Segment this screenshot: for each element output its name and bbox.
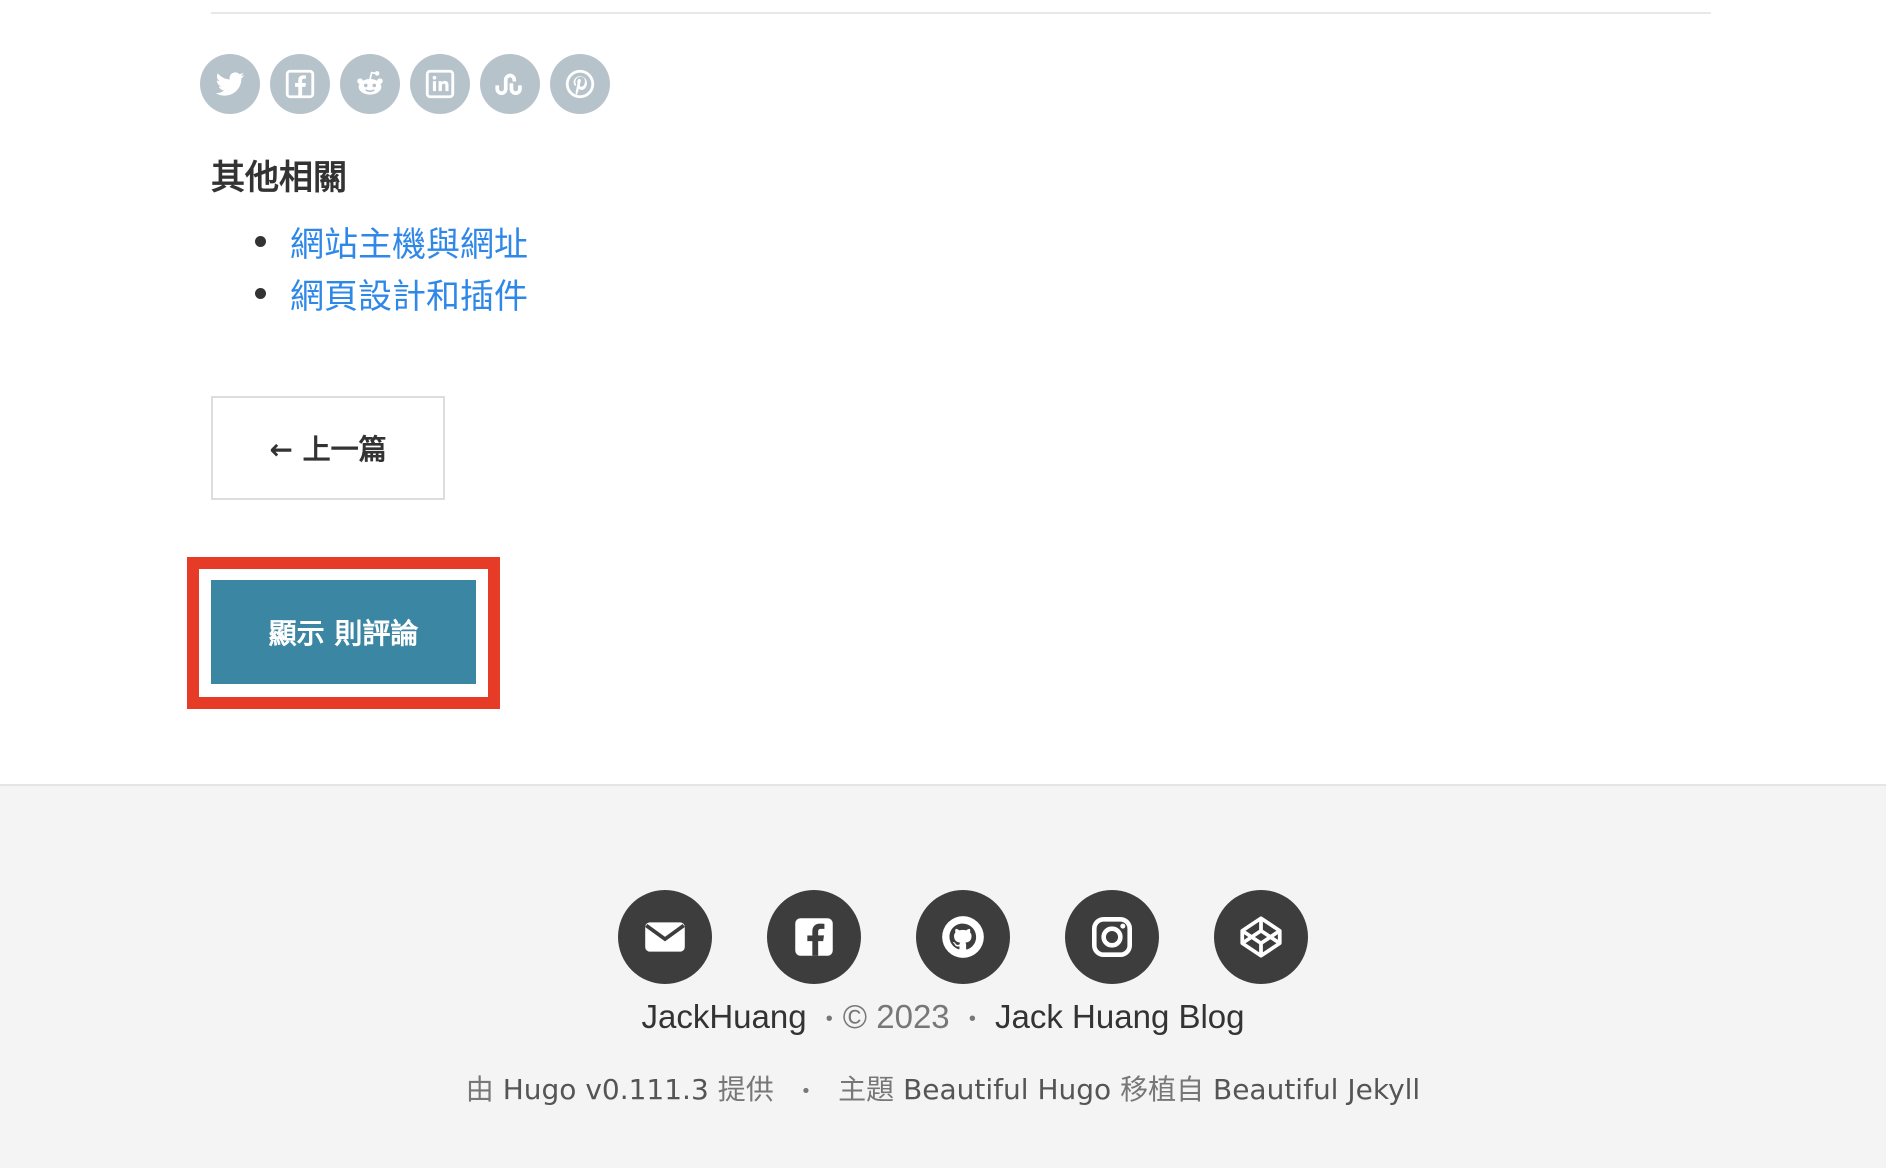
ported-from-link[interactable]: Beautiful Jekyll: [1213, 1073, 1420, 1106]
ported-label: 移植自: [1120, 1073, 1205, 1106]
powered-suffix: 提供: [717, 1073, 774, 1106]
related-link-hosting[interactable]: 網站主機與網址: [290, 217, 528, 266]
share-stumbleupon-button[interactable]: [480, 54, 540, 114]
powered-by-line: 由 Hugo v0.111.3 提供 • 主題 Beautiful Hugo 移…: [0, 1068, 1886, 1108]
footer-email-link[interactable]: [618, 890, 712, 984]
list-item: 網頁設計和插件: [211, 267, 528, 319]
related-list: 網站主機與網址 網頁設計和插件: [211, 215, 528, 319]
separator: •: [800, 1080, 812, 1102]
related-heading: 其他相關: [211, 158, 347, 198]
powered-prefix: 由: [465, 1073, 494, 1106]
bullet-icon: [255, 287, 266, 299]
share-pinterest-button[interactable]: [550, 54, 610, 114]
copyright-line: JackHuang • © 2023 • Jack Huang Blog: [0, 998, 1886, 1036]
show-comments-button[interactable]: 顯示 則評論: [211, 580, 476, 684]
author-link[interactable]: JackHuang: [641, 998, 806, 1035]
reddit-icon: [357, 71, 383, 95]
list-item: 網站主機與網址: [211, 215, 528, 267]
footer-codepen-link[interactable]: [1214, 890, 1308, 984]
linkedin-icon: [425, 69, 455, 99]
stumbleupon-icon: [495, 73, 522, 96]
share-facebook-button[interactable]: [270, 54, 330, 114]
theme-prefix: 主題: [838, 1073, 895, 1106]
email-icon: [645, 922, 685, 952]
bullet-icon: [255, 235, 266, 247]
footer-facebook-link[interactable]: [767, 890, 861, 984]
separator: •: [825, 1007, 833, 1030]
footer-github-link[interactable]: [916, 890, 1010, 984]
share-linkedin-button[interactable]: [410, 54, 470, 114]
footer-instagram-link[interactable]: [1065, 890, 1159, 984]
github-icon: [942, 916, 984, 958]
instagram-icon: [1092, 917, 1132, 957]
blog-title-link[interactable]: Jack Huang Blog: [995, 998, 1244, 1035]
footer: JackHuang • © 2023 • Jack Huang Blog 由 Hu…: [0, 784, 1886, 1168]
top-divider: [211, 12, 1711, 14]
separator: •: [968, 1007, 976, 1030]
theme-link[interactable]: Beautiful Hugo: [903, 1073, 1111, 1106]
share-reddit-button[interactable]: [340, 54, 400, 114]
pinterest-icon: [565, 69, 595, 99]
twitter-icon: [215, 72, 245, 96]
copyright-year: © 2023: [842, 998, 950, 1035]
codepen-icon: [1240, 916, 1282, 958]
related-link-design[interactable]: 網頁設計和插件: [290, 269, 528, 318]
share-buttons: [200, 54, 610, 116]
previous-post-button[interactable]: ← 上一篇: [211, 396, 445, 500]
footer-social-links: [618, 890, 1308, 984]
facebook-icon: [795, 918, 833, 956]
share-twitter-button[interactable]: [200, 54, 260, 114]
facebook-icon: [285, 69, 315, 99]
hugo-link[interactable]: Hugo v0.111.3: [503, 1073, 709, 1106]
